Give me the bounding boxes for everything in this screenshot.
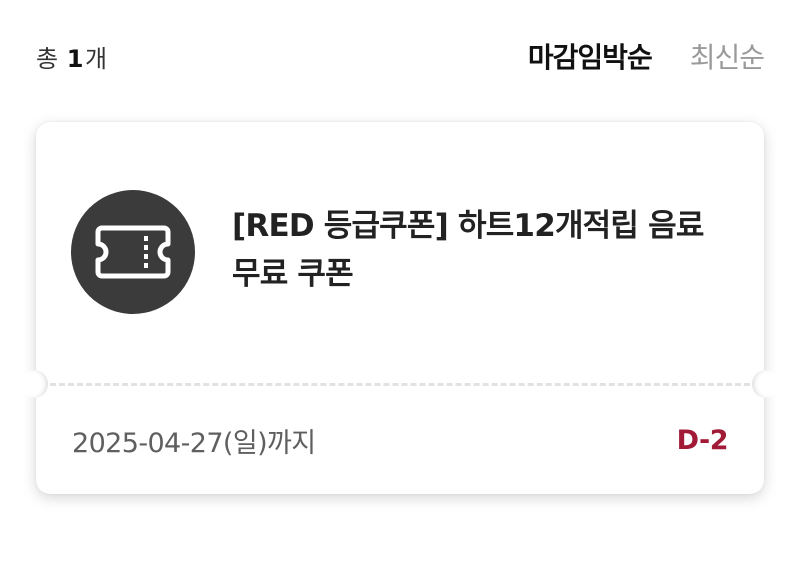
- ticket-icon: [95, 225, 171, 279]
- count-prefix: 총: [36, 44, 58, 73]
- coupon-title: [RED 등급쿠폰] 하트12개적립 음료 무료 쿠폰: [232, 208, 704, 292]
- coupon-expiry: 2025-04-27(일)까지: [72, 427, 316, 459]
- coupon-dday-badge: D-2: [676, 424, 729, 456]
- coupon-icon-badge: [71, 190, 195, 314]
- count-value: 1: [66, 44, 84, 73]
- coupon-card[interactable]: [RED 등급쿠폰] 하트12개적립 음료 무료 쿠폰 2025-04-27(일…: [20, 122, 780, 494]
- coupon-list-page: 총 1개 마감임박순 최신순 [RED 등급쿠폰] 하트12개적립 음료 무료 …: [0, 0, 800, 566]
- ticket-notch-left: [20, 370, 48, 398]
- ticket-notch-right: [752, 370, 780, 398]
- coupon-footer: 2025-04-27(일)까지 D-2: [72, 418, 729, 462]
- sort-options: 마감임박순 최신순: [528, 36, 765, 76]
- sort-latest[interactable]: 최신순: [690, 36, 765, 76]
- count-suffix: 개: [84, 44, 107, 73]
- list-header: 총 1개 마감임박순 최신순: [36, 34, 765, 78]
- coupon-count: 총 1개: [36, 39, 107, 74]
- sort-deadline[interactable]: 마감임박순: [528, 36, 653, 76]
- ticket-divider: [50, 383, 750, 386]
